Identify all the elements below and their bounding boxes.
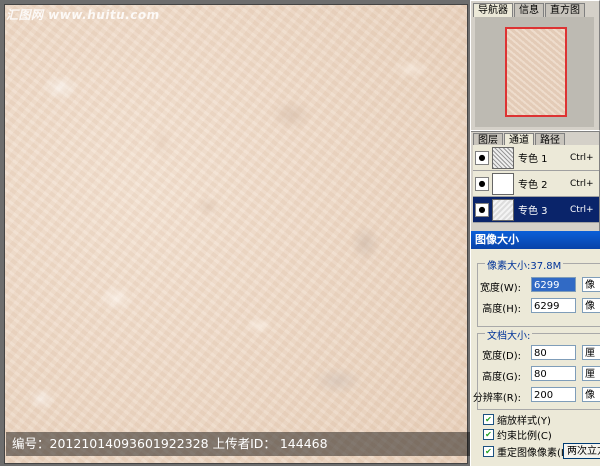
visibility-eye-icon[interactable]: ● xyxy=(475,176,489,191)
channel-thumbnail xyxy=(492,172,514,195)
resolution-input[interactable]: 200 xyxy=(531,387,576,402)
visibility-eye-icon[interactable]: ● xyxy=(475,202,489,217)
site-watermark: 汇图网 www.huitu.com xyxy=(6,8,160,22)
doc-height-input[interactable]: 80 xyxy=(531,366,576,381)
constrain-proportions-label: 约束比例(C) xyxy=(497,430,552,442)
doc-width-row: 宽度(D): 80 厘 xyxy=(471,345,600,363)
pixel-height-row: 高度(H): 6299 像 xyxy=(471,298,600,316)
pixel-width-input[interactable]: 6299 xyxy=(531,277,576,292)
scale-styles-label: 缩放样式(Y) xyxy=(497,415,551,427)
document-size-title: 文档大小: xyxy=(485,327,533,342)
pixel-height-input[interactable]: 6299 xyxy=(531,298,576,313)
resample-image-checkbox[interactable]: ✔ xyxy=(483,445,494,457)
pixel-dimensions-title: 像素大小:37.8M xyxy=(485,257,564,272)
resolution-label: 分辨率(R): xyxy=(472,393,521,404)
tab-info[interactable]: 信息 xyxy=(514,3,544,17)
constrain-proportions-checkbox[interactable]: ✔ xyxy=(483,428,494,440)
pixel-dimensions-group xyxy=(477,263,600,327)
tab-navigator[interactable]: 导航器 xyxy=(473,3,513,17)
doc-width-input[interactable]: 80 xyxy=(531,345,576,360)
caption-uploader-label: 上传者ID： xyxy=(212,436,276,451)
dialog-title[interactable]: 图像大小 xyxy=(471,231,600,249)
marble-texture-image[interactable] xyxy=(4,4,468,464)
caption-uploader-value: 144468 xyxy=(279,436,328,451)
channel-name: 专色 2 xyxy=(518,180,548,191)
tab-histogram[interactable]: 直方图 xyxy=(545,3,585,17)
channels-panel: 图层 通道 路径 ● 专色 1 Ctrl+ ● 专色 2 Ctrl+ ● 专色 … xyxy=(470,130,600,232)
channel-name: 专色 1 xyxy=(518,154,548,165)
channel-thumbnail xyxy=(492,146,514,169)
doc-height-label: 高度(G): xyxy=(482,372,521,383)
doc-height-row: 高度(G): 80 厘 xyxy=(471,366,600,384)
doc-height-unit-select[interactable]: 厘 xyxy=(582,366,600,381)
pixel-width-label: 宽度(W): xyxy=(479,283,521,294)
resolution-unit-select[interactable]: 像 xyxy=(582,387,600,402)
scale-styles-checkbox[interactable]: ✔ xyxy=(483,413,494,425)
channel-row[interactable]: ● 专色 2 Ctrl+ xyxy=(473,171,599,197)
navigator-view-box[interactable] xyxy=(505,27,567,117)
channel-thumbnail xyxy=(492,198,514,221)
caption-id-label: 编号： xyxy=(12,436,50,451)
pixel-height-label: 高度(H): xyxy=(482,304,521,315)
navigator-preview xyxy=(475,17,594,127)
pixel-width-unit-select[interactable]: 像 xyxy=(582,277,600,292)
constrain-proportions-option[interactable]: ✔ 约束比例(C) xyxy=(483,427,552,442)
image-size-dialog: 图像大小 像素大小:37.8M 宽度(W): 6299 像 高度(H): 629… xyxy=(470,231,600,466)
doc-width-label: 宽度(D): xyxy=(482,351,521,362)
document-canvas-area: 汇图网 www.huitu.com 编号：2012101409360192232… xyxy=(0,0,472,466)
doc-width-unit-select[interactable]: 厘 xyxy=(582,345,600,360)
resample-image-label: 重定图像像素(I): xyxy=(497,447,572,459)
right-panels: 导航器 信息 直方图 图层 通道 路径 ● 专色 1 Ctrl+ ● 专色 2 … xyxy=(470,0,600,466)
resample-method-select[interactable]: 两次立方 xyxy=(563,443,600,459)
scale-styles-option[interactable]: ✔ 缩放样式(Y) xyxy=(483,412,551,427)
pixel-width-row: 宽度(W): 6299 像 xyxy=(471,277,600,295)
channel-row[interactable]: ● 专色 1 Ctrl+ xyxy=(473,145,599,171)
channel-shortcut: Ctrl+ xyxy=(570,204,594,215)
channel-shortcut: Ctrl+ xyxy=(570,152,594,163)
image-caption-bar: 编号：20121014093601922328 上传者ID： 144468 xyxy=(6,432,472,456)
channel-row-selected[interactable]: ● 专色 3 Ctrl+ xyxy=(473,197,599,223)
channel-shortcut: Ctrl+ xyxy=(570,178,594,189)
navigator-panel: 导航器 信息 直方图 xyxy=(470,0,600,132)
resample-image-option[interactable]: ✔ 重定图像像素(I): xyxy=(483,444,572,459)
channel-name: 专色 3 xyxy=(518,206,548,217)
pixel-height-unit-select[interactable]: 像 xyxy=(582,298,600,313)
visibility-eye-icon[interactable]: ● xyxy=(475,150,489,165)
resolution-row: 分辨率(R): 200 像 xyxy=(471,387,600,405)
navigator-tabbar: 导航器 信息 直方图 xyxy=(473,3,586,17)
caption-id-value: 20121014093601922328 xyxy=(49,436,209,451)
